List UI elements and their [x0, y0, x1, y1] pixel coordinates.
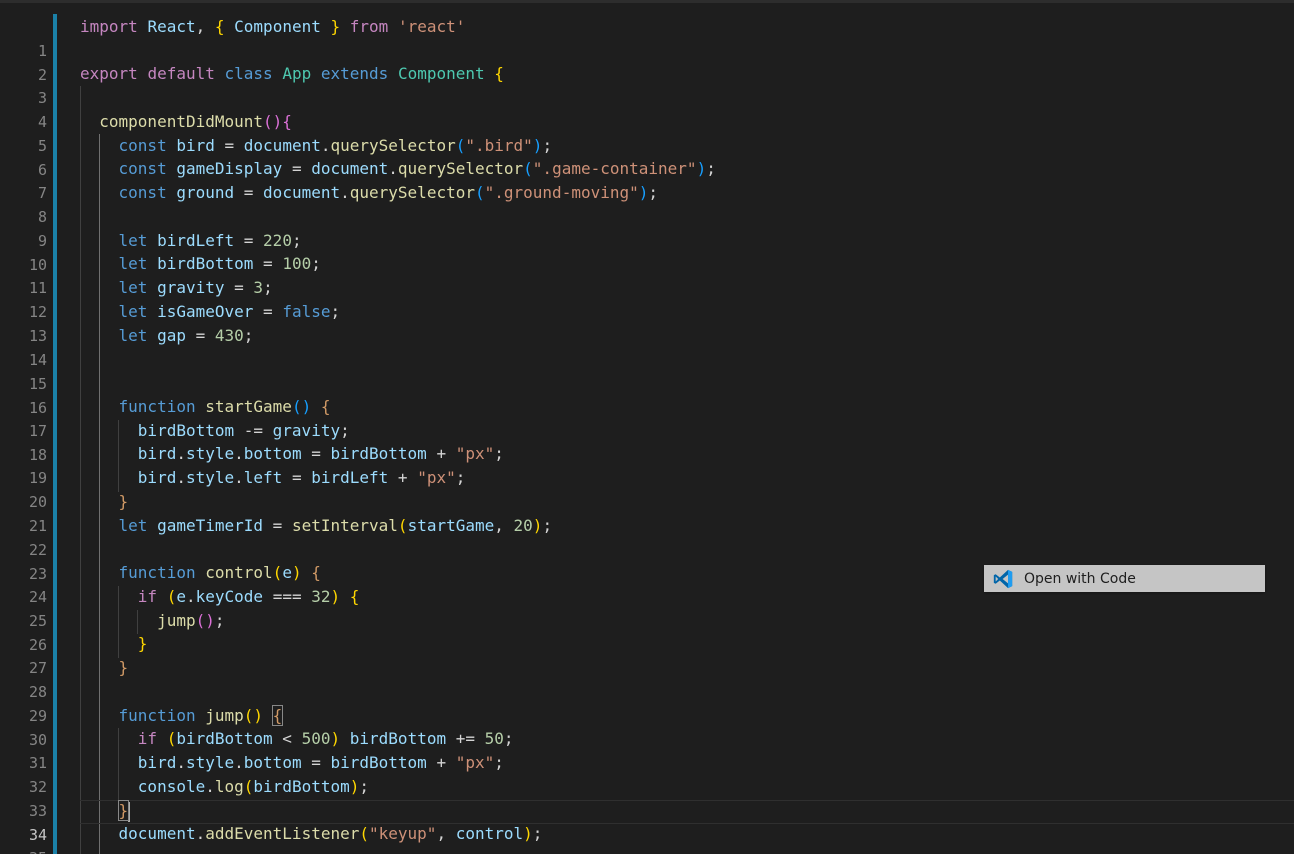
code-line[interactable]: 28 } [0, 656, 1294, 701]
code-line-active[interactable]: 34 } [0, 799, 1294, 844]
code-text: const bird = document.querySelector(".bi… [118, 136, 553, 155]
code-line[interactable]: 21 } [0, 490, 1294, 535]
line-number: 35 [0, 846, 47, 854]
code-text: jump(); [157, 611, 225, 630]
code-text: bird.style.bottom = birdBottom + "px"; [137, 444, 504, 463]
code-text: let gameTimerId = setInterval(startGame,… [118, 516, 553, 535]
code-line[interactable]: 15 [0, 348, 1294, 393]
code-text: } [117, 800, 131, 822]
code-text: let birdLeft = 220; [118, 231, 302, 250]
code-text: let birdBottom = 100; [118, 254, 321, 273]
code-line[interactable]: 4 [0, 86, 1294, 131]
code-text: bird.style.bottom = birdBottom + "px"; [137, 753, 504, 772]
code-text: if (birdBottom < 500) birdBottom += 50; [137, 729, 514, 748]
code-text: console.log(birdBottom); [137, 777, 370, 796]
code-line[interactable]: 22 let gameTimerId = setInterval(startGa… [0, 514, 1294, 559]
code-text: birdBottom -= gravity; [137, 421, 350, 440]
code-line[interactable]: 8 const ground = document.querySelector(… [0, 181, 1294, 226]
code-line[interactable]: 27 } [0, 632, 1294, 677]
code-line[interactable]: 23 [0, 538, 1294, 583]
code-text: function startGame() { [118, 397, 331, 416]
code-line[interactable]: 7 const gameDisplay = document.querySele… [0, 157, 1294, 202]
vscode-icon [992, 568, 1014, 590]
code-line[interactable]: 19 bird.style.bottom = birdBottom + "px"… [0, 442, 1294, 487]
code-line[interactable]: 9 [0, 205, 1294, 250]
code-line[interactable]: 2 [0, 39, 1294, 84]
code-text: function control(e) { [118, 563, 321, 582]
code-line[interactable]: 31 if (birdBottom < 500) birdBottom += 5… [0, 727, 1294, 772]
open-with-code-label: Open with Code [1024, 570, 1136, 587]
code-line[interactable]: 30 function jump() { [0, 704, 1294, 749]
code-text: } [118, 658, 129, 677]
code-line[interactable]: 35 document.addEventListener("keyup", co… [0, 822, 1294, 854]
open-with-code-menu-item[interactable]: Open with Code [984, 565, 1265, 592]
text-cursor [128, 801, 131, 822]
code-text: let gravity = 3; [118, 278, 273, 297]
code-line[interactable]: 3 export default class App extends Compo… [0, 62, 1294, 107]
code-line[interactable]: 17 function startGame() { [0, 395, 1294, 440]
code-line[interactable]: 12 let gravity = 3; [0, 276, 1294, 321]
code-line[interactable]: 10 let birdLeft = 220; [0, 229, 1294, 274]
code-text: const ground = document.querySelector(".… [118, 183, 659, 202]
code-line[interactable]: 33 console.log(birdBottom); [0, 775, 1294, 820]
code-text: let isGameOver = false; [118, 302, 341, 321]
code-line[interactable]: 13 let isGameOver = false; [0, 300, 1294, 345]
editor-top-border [0, 0, 1294, 3]
code-text: export default class App extends Compone… [80, 64, 504, 83]
code-line[interactable]: 32 bird.style.bottom = birdBottom + "px"… [0, 751, 1294, 796]
code-text: document.addEventListener("keyup", contr… [118, 824, 543, 843]
code-line[interactable]: 16 [0, 372, 1294, 417]
code-text: if (e.keyCode === 32) { [137, 587, 360, 606]
code-text: } [118, 492, 129, 511]
code-line[interactable]: 20 bird.style.left = birdLeft + "px"; [0, 466, 1294, 511]
code-line[interactable]: 14 let gap = 430; [0, 324, 1294, 369]
code-text: componentDidMount(){ [99, 112, 292, 131]
code-line[interactable]: 26 jump(); [0, 609, 1294, 654]
code-text: function jump() { [118, 705, 284, 726]
code-line[interactable]: 18 birdBottom -= gravity; [0, 419, 1294, 464]
code-text: const gameDisplay = document.querySelect… [118, 159, 716, 178]
code-line[interactable]: 1 import React, { Component } from 'reac… [0, 15, 1294, 60]
code-text: let gap = 430; [118, 326, 254, 345]
code-line[interactable]: 5 componentDidMount(){ [0, 110, 1294, 155]
code-line[interactable]: 29 [0, 680, 1294, 725]
code-text: import React, { Component } from 'react' [80, 17, 466, 36]
code-text: } [137, 634, 148, 653]
code-editor[interactable]: 1 import React, { Component } from 'reac… [0, 0, 1294, 854]
code-line[interactable]: 6 const bird = document.querySelector(".… [0, 134, 1294, 179]
code-text: bird.style.left = birdLeft + "px"; [137, 468, 466, 487]
code-line[interactable]: 11 let birdBottom = 100; [0, 252, 1294, 297]
